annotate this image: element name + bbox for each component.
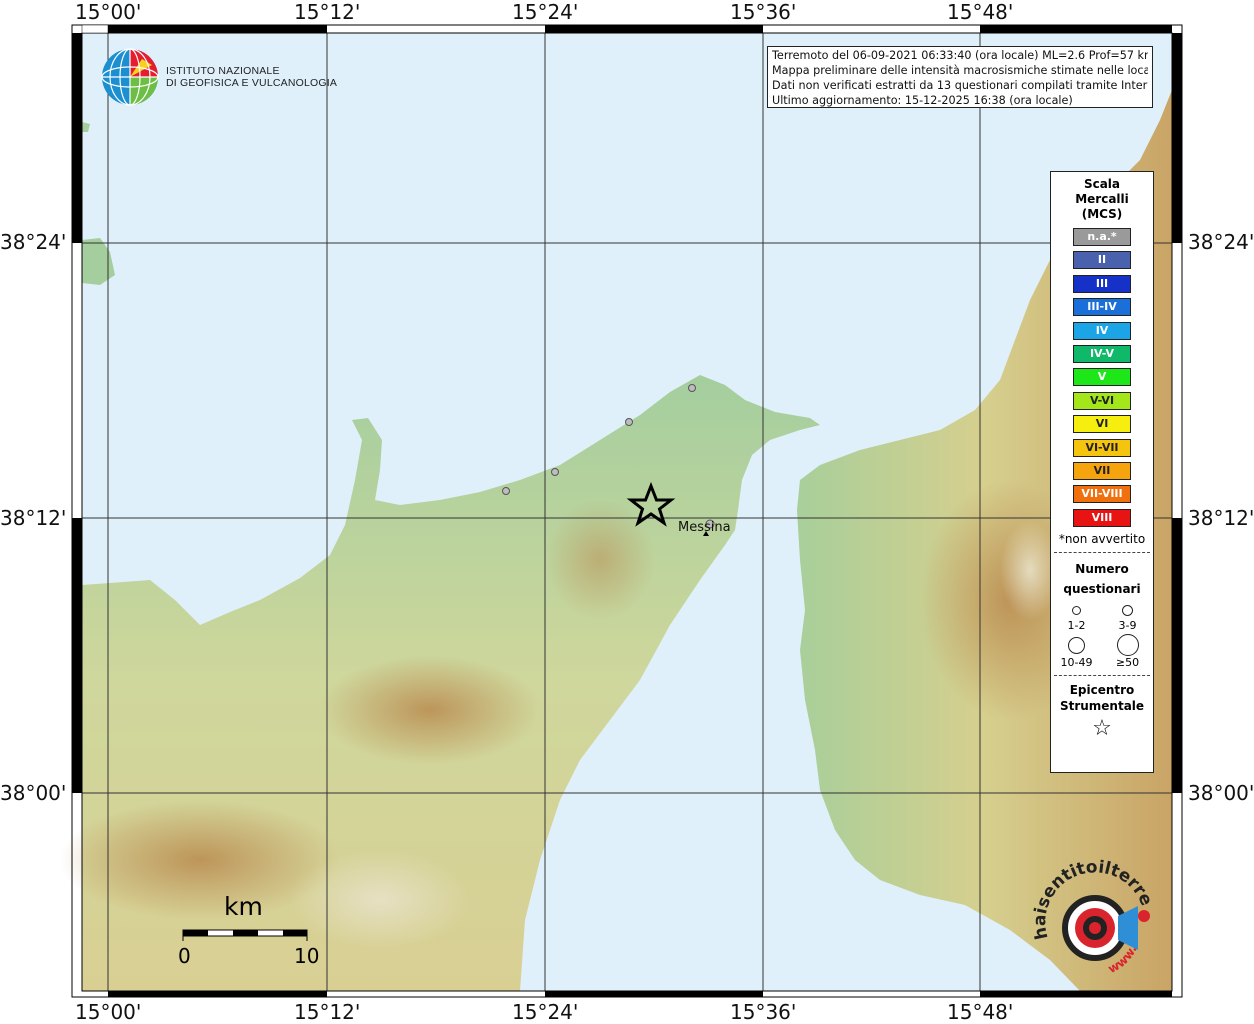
legend-swatch: III <box>1073 274 1131 293</box>
legend-separator <box>1054 675 1150 677</box>
lon-label-15-24-bottom: 15°24' <box>512 1000 579 1024</box>
lon-label-15-36-top: 15°36' <box>730 0 797 24</box>
count-circle-icon <box>1072 606 1081 616</box>
event-description: Mappa preliminare delle intensità macros… <box>772 64 1148 77</box>
count-circle-icon <box>1116 634 1139 657</box>
ingv-logo: ISTITUTO NAZIONALE DI GEOFISICA E VULCAN… <box>100 47 337 107</box>
count-grid: 1-2 3-9 10-49 ≥50 <box>1051 603 1153 669</box>
event-last-update: Ultimo aggiornamento: 15-12-2025 16:38 (… <box>772 94 1073 107</box>
count-title: Numero questionari <box>1051 559 1153 599</box>
legend-swatch: VI <box>1073 415 1131 434</box>
lon-label-15-48-top: 15°48' <box>947 0 1014 24</box>
epicenter-title-line2: Strumentale <box>1059 699 1145 714</box>
legend-note: *non avvertito <box>1058 532 1146 547</box>
count-circle-icon <box>1122 605 1133 617</box>
scale-unit: km <box>224 892 263 921</box>
event-title: Terremoto del 06-09-2021 06:33:40 (ora l… <box>772 49 1148 62</box>
lat-label-38-12-right: 38°12' <box>1188 506 1254 530</box>
ingv-name-line1: ISTITUTO NAZIONALE <box>166 65 280 77</box>
count-circle-icon <box>1068 637 1085 655</box>
lat-label-38-00-right: 38°00' <box>1188 781 1254 805</box>
survey-point <box>688 384 696 392</box>
relief-sicily-2 <box>320 655 540 765</box>
lat-label-38-12-left: 38°12' <box>0 506 67 530</box>
event-data-note: Dati non verificati estratti da 13 quest… <box>772 79 1148 92</box>
scale-min-label: 0 <box>178 944 191 968</box>
legend-swatch: IV-V <box>1073 344 1131 363</box>
legend-swatches: n.a.* II III III-IV IV IV-V V V-VI VI VI-VII VII VI… <box>1051 228 1153 527</box>
mcs-legend: Scala Mercalli (MCS) n.a.* II III III-IV IV I… <box>1050 171 1154 773</box>
legend-title-line1: Scala <box>1083 177 1121 191</box>
scale-bar-graphic <box>182 929 308 941</box>
count-title-line1: Numero <box>1075 562 1129 577</box>
count-label: 10-49 <box>1060 656 1093 670</box>
survey-point <box>625 418 633 426</box>
ingv-name-line2: DI GEOFISICA E VULCANOLOGIA <box>166 77 338 89</box>
lon-label-15-12-bottom: 15°12' <box>294 1000 361 1024</box>
legend-swatch: n.a.* <box>1073 228 1131 246</box>
legend-swatch: V <box>1073 368 1131 387</box>
lat-label-38-24-left: 38°24' <box>0 230 67 254</box>
count-item: ≥50 <box>1102 634 1153 669</box>
legend-title: Scala Mercalli (MCS) <box>1051 177 1153 222</box>
count-item: 1-2 <box>1051 603 1102 632</box>
legend-swatch: VI-VII <box>1073 438 1131 457</box>
epicenter-title-line1: Epicentro <box>1069 683 1135 698</box>
city-label-messina: Messina <box>678 520 731 535</box>
scale-bar: km 0 10 <box>176 892 320 972</box>
scale-max-label: 10 <box>294 944 320 968</box>
ingv-globe-icon <box>101 48 159 106</box>
lon-label-15-00-top: 15°00' <box>75 0 142 24</box>
legend-swatch: V-VI <box>1073 391 1131 410</box>
epicenter-legend-star-icon: ☆ <box>1092 716 1112 742</box>
lon-label-15-12-top: 15°12' <box>294 0 361 24</box>
count-label: ≥50 <box>1115 656 1140 670</box>
legend-swatch: VII-VIII <box>1073 485 1131 504</box>
lon-label-15-00-bottom: 15°00' <box>75 1000 142 1024</box>
legend-swatch: II <box>1073 251 1131 270</box>
count-item: 10-49 <box>1051 634 1102 669</box>
count-label: 1-2 <box>1067 619 1086 633</box>
lon-label-15-24-top: 15°24' <box>512 0 579 24</box>
survey-point <box>551 468 559 476</box>
haisentito-logo[interactable]: haisentitoilterremoto.it www. <box>1021 843 1160 982</box>
lat-label-38-24-right: 38°24' <box>1188 230 1254 254</box>
haisentito-logo-icon: haisentitoilterremoto.it www. <box>1021 843 1156 976</box>
count-item: 3-9 <box>1102 603 1153 632</box>
count-title-line2: questionari <box>1063 582 1141 597</box>
survey-point <box>502 487 510 495</box>
epicenter-title: Epicentro Strumentale <box>1051 682 1153 714</box>
legend-swatch: VIII <box>1073 508 1131 527</box>
lat-label-38-00-left: 38°00' <box>0 781 67 805</box>
event-info-box: Terremoto del 06-09-2021 06:33:40 (ora l… <box>767 46 1153 108</box>
legend-swatch: VII <box>1073 461 1131 480</box>
legend-separator <box>1054 552 1150 554</box>
lon-label-15-36-bottom: 15°36' <box>730 1000 797 1024</box>
lon-label-15-48-bottom: 15°48' <box>947 1000 1014 1024</box>
legend-title-line3: (MCS) <box>1081 207 1123 221</box>
legend-swatch: III-IV <box>1073 298 1131 317</box>
count-label: 3-9 <box>1118 619 1137 633</box>
legend-swatch: IV <box>1073 321 1131 340</box>
legend-title-line2: Mercalli <box>1075 192 1129 206</box>
